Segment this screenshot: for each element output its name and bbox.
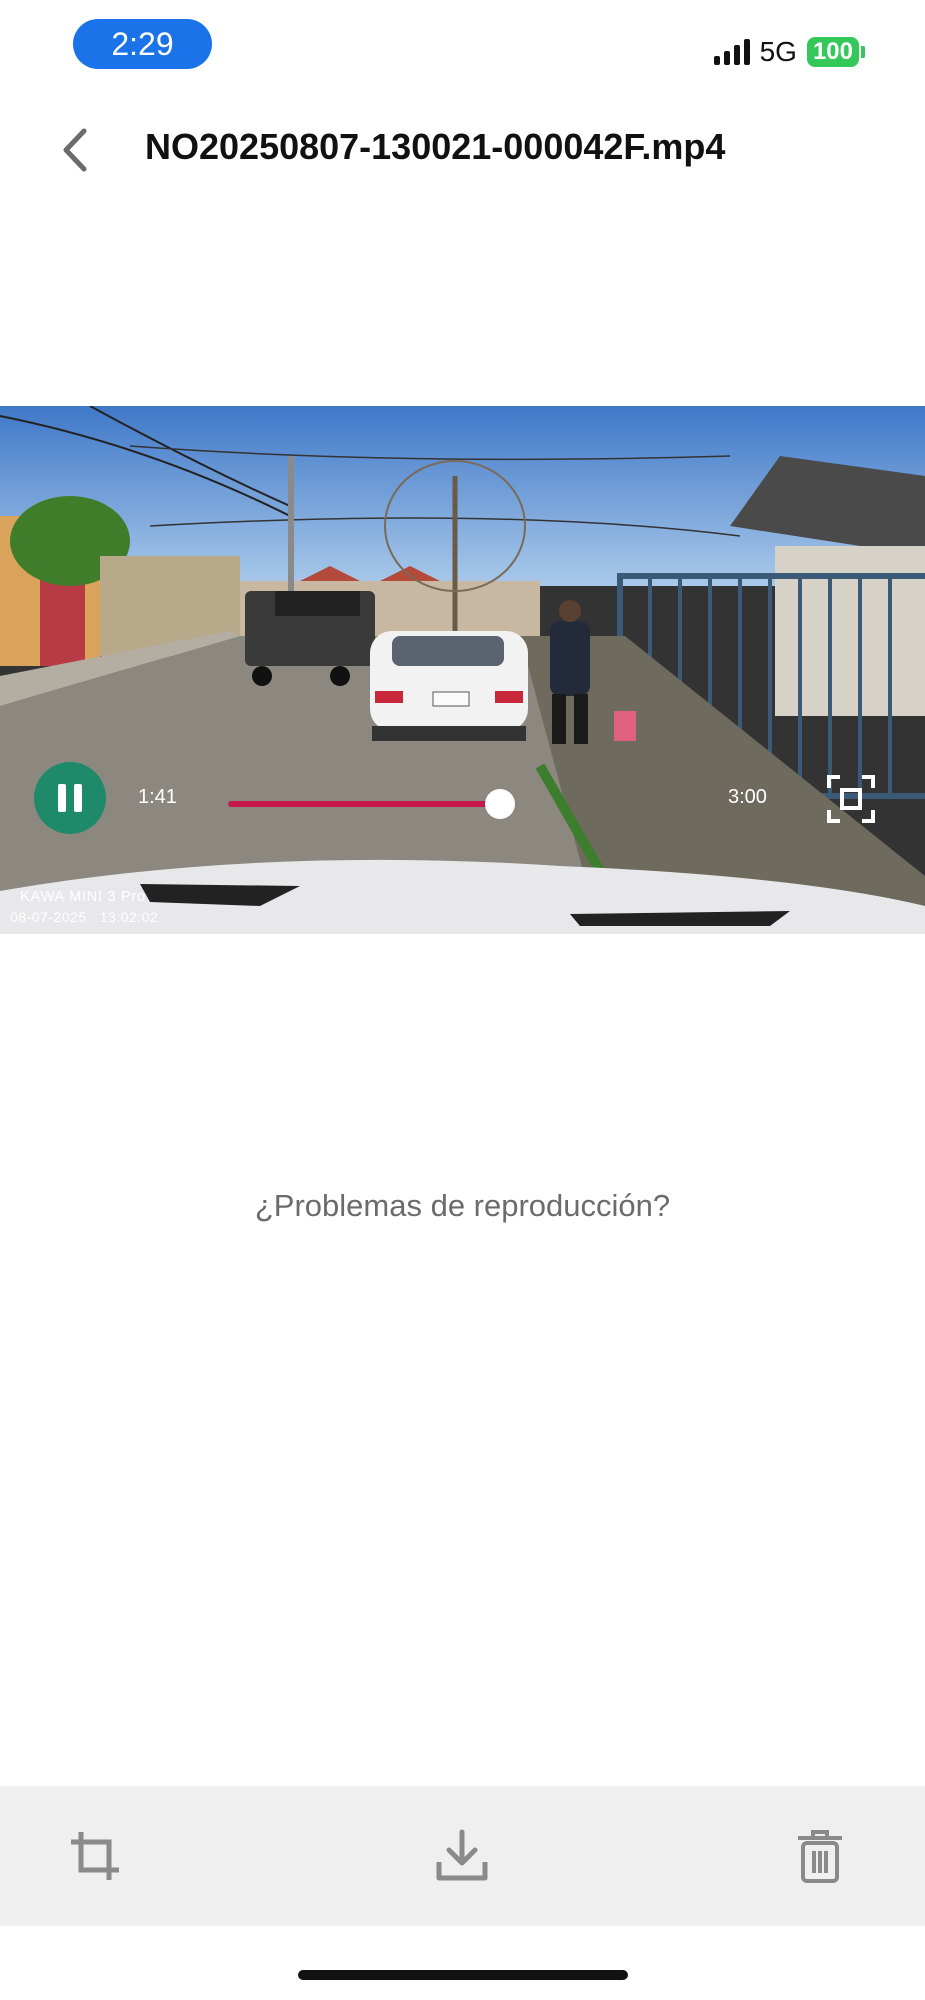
status-time-text: 2:29 (111, 25, 174, 62)
crop-button[interactable] (65, 1826, 125, 1886)
fullscreen-icon (827, 775, 875, 823)
battery-level: 100 (806, 37, 859, 67)
home-indicator[interactable] (298, 1970, 628, 1980)
trash-icon (798, 1830, 842, 1883)
video-frame (0, 406, 925, 934)
network-type: 5G (759, 36, 797, 67)
chevron-left-icon (63, 128, 87, 172)
overlay-brand: KAWA MINI 3 Pro (20, 888, 146, 905)
cellular-signal-icon (713, 39, 750, 65)
video-player[interactable]: 1:41 3:00 KAWA MINI 3 Pro 08-07-2025 13:… (0, 406, 925, 934)
battery-icon: 100 (806, 37, 865, 67)
total-time: 3:00 (728, 786, 767, 808)
pause-icon (58, 784, 66, 812)
back-button[interactable] (50, 120, 100, 180)
seek-bar-thumb[interactable] (485, 789, 515, 819)
seek-bar-progress[interactable] (228, 801, 500, 807)
file-title: NO20250807-130021-000042F.mp4 (145, 126, 726, 167)
download-icon (436, 1829, 488, 1881)
status-time: 2:29 (73, 19, 212, 69)
pause-button[interactable] (34, 762, 106, 834)
download-button[interactable] (432, 1826, 492, 1886)
fullscreen-button[interactable] (826, 774, 876, 824)
current-time: 1:41 (138, 786, 177, 808)
status-indicators: 5G 100 (713, 34, 865, 70)
crop-icon (71, 1832, 119, 1880)
playback-help-link[interactable]: ¿Problemas de reproducción? (0, 1188, 925, 1224)
bottom-toolbar (0, 1786, 925, 1926)
delete-button[interactable] (790, 1826, 850, 1886)
overlay-timestamp: 08-07-2025 13:02:02 (10, 909, 159, 925)
